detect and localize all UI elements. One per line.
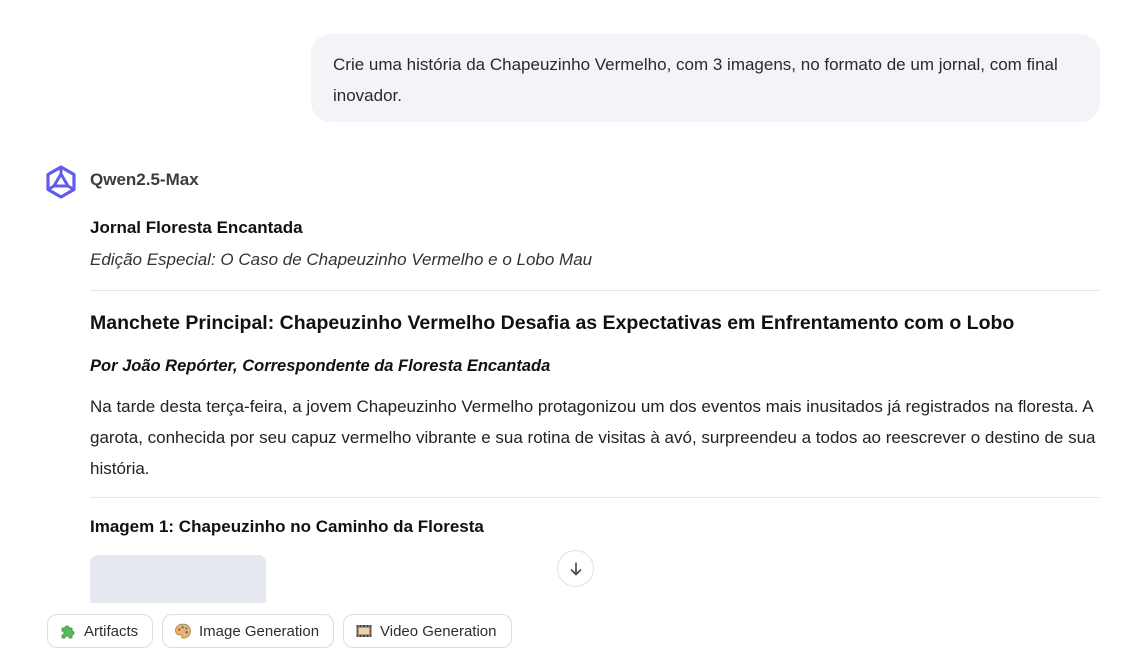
palette-icon [174,622,192,640]
edition-subtitle: Edição Especial: O Caso de Chapeuzinho V… [90,250,593,269]
puzzle-icon [59,622,77,640]
scroll-down-button[interactable] [557,550,594,587]
divider [90,290,1100,291]
image-generation-label: Image Generation [199,622,320,640]
assistant-model-name: Qwen2.5-Max [90,170,199,189]
byline: Por João Repórter, Correspondente da Flo… [90,357,551,375]
video-generation-label: Video Generation [380,622,497,640]
qwen-logo-icon [43,164,79,200]
film-icon [355,622,373,640]
newspaper-name: Jornal Floresta Encantada [90,218,303,237]
feature-toolbar: Artifacts Image Generation Video Generat… [0,603,1124,651]
chat-page: Crie uma história da Chapeuzinho Vermelh… [0,0,1124,651]
image-1-heading: Imagem 1: Chapeuzinho no Caminho da Flor… [90,517,484,536]
headline: Manchete Principal: Chapeuzinho Vermelho… [90,312,1015,334]
arrow-down-icon [570,561,581,575]
artifacts-button[interactable]: Artifacts [47,614,153,648]
article-paragraph: Na tarde desta terça-feira, a jovem Chap… [90,397,1096,478]
user-message-bubble: Crie uma história da Chapeuzinho Vermelh… [311,34,1100,122]
assistant-response: Jornal Floresta Encantada Edição Especia… [90,214,1100,615]
video-generation-button[interactable]: Video Generation [343,614,512,648]
user-message-text: Crie uma história da Chapeuzinho Vermelh… [333,55,1058,105]
artifacts-label: Artifacts [84,622,139,640]
divider [90,497,1100,498]
image-generation-button[interactable]: Image Generation [162,614,334,648]
